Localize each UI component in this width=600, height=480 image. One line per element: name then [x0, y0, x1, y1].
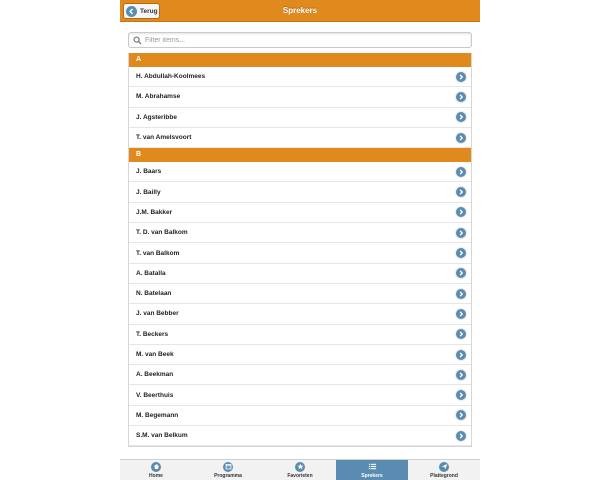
- chevron-right-icon: [456, 410, 466, 421]
- filter-input[interactable]: [145, 36, 465, 44]
- app-window: Terug Sprekers A H. Abdullah-Koolmees M. A…: [120, 0, 480, 480]
- speaker-list-item[interactable]: A. Batalla: [129, 263, 471, 284]
- speaker-list-item[interactable]: S.M. van Belkum: [129, 426, 471, 447]
- speaker-list-item[interactable]: M. Abrahamse: [129, 87, 471, 108]
- speaker-name: T. van Amelsvoort: [136, 134, 192, 142]
- tab-label: Favorieten: [287, 472, 313, 479]
- speaker-name: S.M. van Belkum: [136, 432, 188, 440]
- speaker-name: M. Abrahamse: [136, 93, 181, 101]
- tab-label: Programma: [214, 472, 242, 479]
- star-icon: [295, 461, 305, 472]
- chevron-right-icon: [456, 390, 466, 401]
- list-icon: [367, 462, 377, 472]
- tab-bar: Home Programma Favorieten Sprekers Plattegro…: [120, 459, 480, 480]
- speaker-name: J. Baars: [136, 168, 162, 176]
- chevron-right-icon: [456, 430, 466, 441]
- speaker-list: A H. Abdullah-Koolmees M. Abrahamse J. Agst…: [128, 53, 472, 448]
- speaker-name: V. Beerthuis: [136, 391, 174, 399]
- chevron-right-icon: [456, 288, 466, 299]
- speaker-list-item[interactable]: T. D. van Balkom: [129, 223, 471, 244]
- speaker-list-item[interactable]: J. Bailly: [129, 182, 471, 203]
- tab-home[interactable]: Home: [120, 460, 192, 480]
- section-divider-a: A: [129, 53, 471, 67]
- speaker-name: A. Beekman: [136, 371, 174, 379]
- speaker-name: J. van Bebber: [136, 310, 179, 318]
- page-title: Sprekers: [282, 6, 318, 15]
- speaker-list-item[interactable]: M. Begemann: [129, 405, 471, 427]
- speaker-list-item[interactable]: M. van Beek: [129, 344, 471, 366]
- speaker-list-item[interactable]: T. van Amelsvoort: [129, 127, 471, 149]
- tab-label: Home: [149, 472, 163, 479]
- tab-favorieten[interactable]: Favorieten: [264, 460, 336, 480]
- chevron-right-icon: [456, 166, 466, 177]
- speaker-list-item[interactable]: A. Beekman: [129, 365, 471, 386]
- chevron-right-icon: [456, 207, 466, 218]
- speaker-list-item[interactable]: T. Beckers: [129, 324, 471, 345]
- speaker-name: J.M. Bakker: [136, 208, 173, 216]
- map-icon: [439, 461, 449, 472]
- chevron-right-icon: [456, 369, 466, 380]
- tab-programma[interactable]: Programma: [192, 460, 264, 480]
- speaker-name: M. van Beek: [136, 351, 174, 358]
- chevron-right-icon: [456, 112, 466, 123]
- tab-label: Plattegrond: [430, 472, 458, 479]
- chevron-right-icon: [456, 248, 466, 259]
- tab-label: Sprekers: [361, 472, 383, 479]
- tab-sprekers[interactable]: Sprekers: [336, 460, 408, 480]
- speaker-list-item[interactable]: J. van Bebber: [129, 304, 471, 325]
- speaker-list-item[interactable]: J.M. Bakker: [129, 202, 471, 224]
- home-icon: [151, 461, 161, 472]
- chevron-right-icon: [456, 308, 466, 319]
- speaker-list-item[interactable]: V. Beerthuis: [129, 385, 471, 406]
- speaker-list-item[interactable]: T. van Balkom: [129, 243, 471, 264]
- speaker-name: J. Agsteribbe: [136, 113, 177, 121]
- speaker-list-item[interactable]: J. Baars: [129, 162, 471, 183]
- chevron-right-icon: [456, 91, 466, 102]
- chevron-right-icon: [456, 268, 466, 279]
- speaker-list-item[interactable]: N. Batelaan: [129, 283, 471, 305]
- section-divider-b: B: [129, 148, 471, 163]
- speaker-list-item[interactable]: J. Agsteribbe: [129, 107, 471, 128]
- speaker-name: T. van Balkom: [136, 249, 180, 257]
- speaker-name: T. Beckers: [136, 330, 169, 338]
- chevron-right-icon: [456, 227, 466, 238]
- tab-plattegrond[interactable]: Plattegrond: [408, 460, 480, 480]
- speaker-name: H. Abdullah-Koolmees: [136, 73, 206, 81]
- speaker-name: T. D. van Balkom: [136, 229, 188, 237]
- chevron-right-icon: [456, 71, 466, 82]
- chevron-right-icon: [456, 329, 466, 340]
- search-icon: [133, 35, 142, 45]
- speaker-name: J. Bailly: [136, 188, 161, 196]
- speaker-list-item[interactable]: H. Abdullah-Koolmees: [129, 67, 471, 88]
- speaker-name: A. Batalla: [136, 269, 166, 277]
- header-bar: Terug Sprekers: [120, 0, 480, 22]
- chevron-right-icon: [456, 349, 466, 360]
- filter-field[interactable]: [128, 32, 472, 48]
- chevron-right-icon: [456, 187, 466, 198]
- calendar-icon: [223, 461, 233, 472]
- speaker-name: N. Batelaan: [136, 290, 172, 298]
- chevron-right-icon: [456, 132, 466, 143]
- speaker-name: M. Begemann: [136, 411, 179, 419]
